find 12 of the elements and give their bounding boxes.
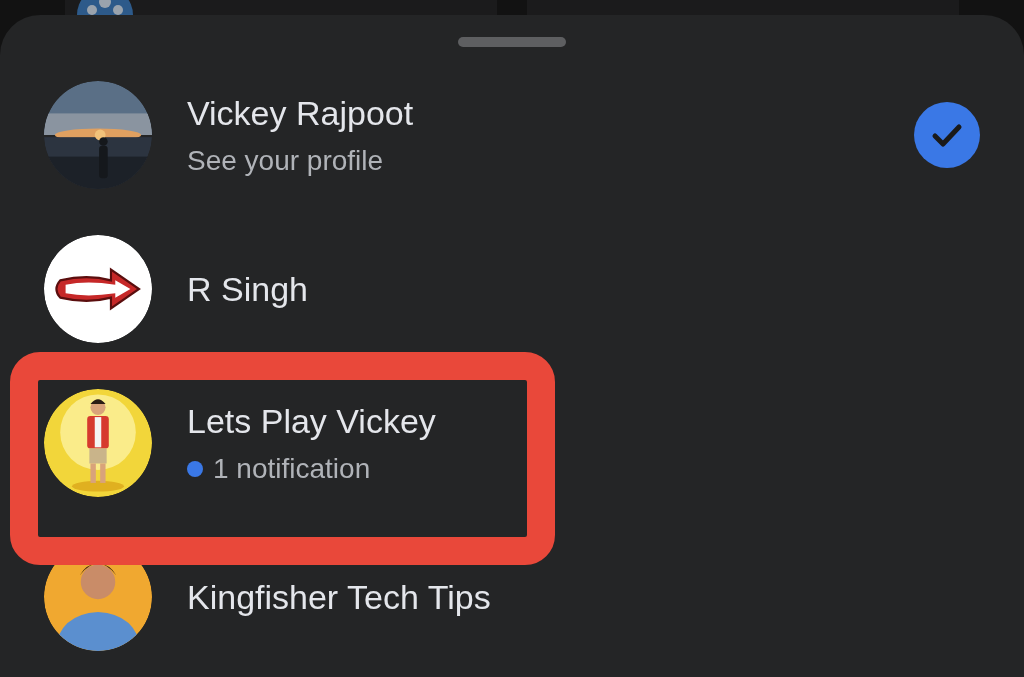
account-name[interactable]: R Singh: [187, 269, 980, 309]
account-row[interactable]: Vickey Rajpoot See your profile: [0, 58, 1024, 212]
account-name[interactable]: Kingfisher Tech Tips: [187, 577, 980, 617]
account-row[interactable]: Lets Play Vickey 1 notification: [0, 366, 1024, 520]
account-row[interactable]: R Singh: [0, 212, 1024, 366]
account-row[interactable]: Kingfisher Tech Tips: [0, 520, 1024, 674]
notification-count: 1 notification: [213, 452, 371, 485]
drag-handle[interactable]: [458, 37, 566, 47]
notification-dot: [187, 460, 203, 477]
profile-link[interactable]: See your profile: [187, 144, 879, 177]
account-name[interactable]: Vickey Rajpoot: [187, 93, 879, 133]
account-name[interactable]: Lets Play Vickey: [187, 401, 980, 441]
